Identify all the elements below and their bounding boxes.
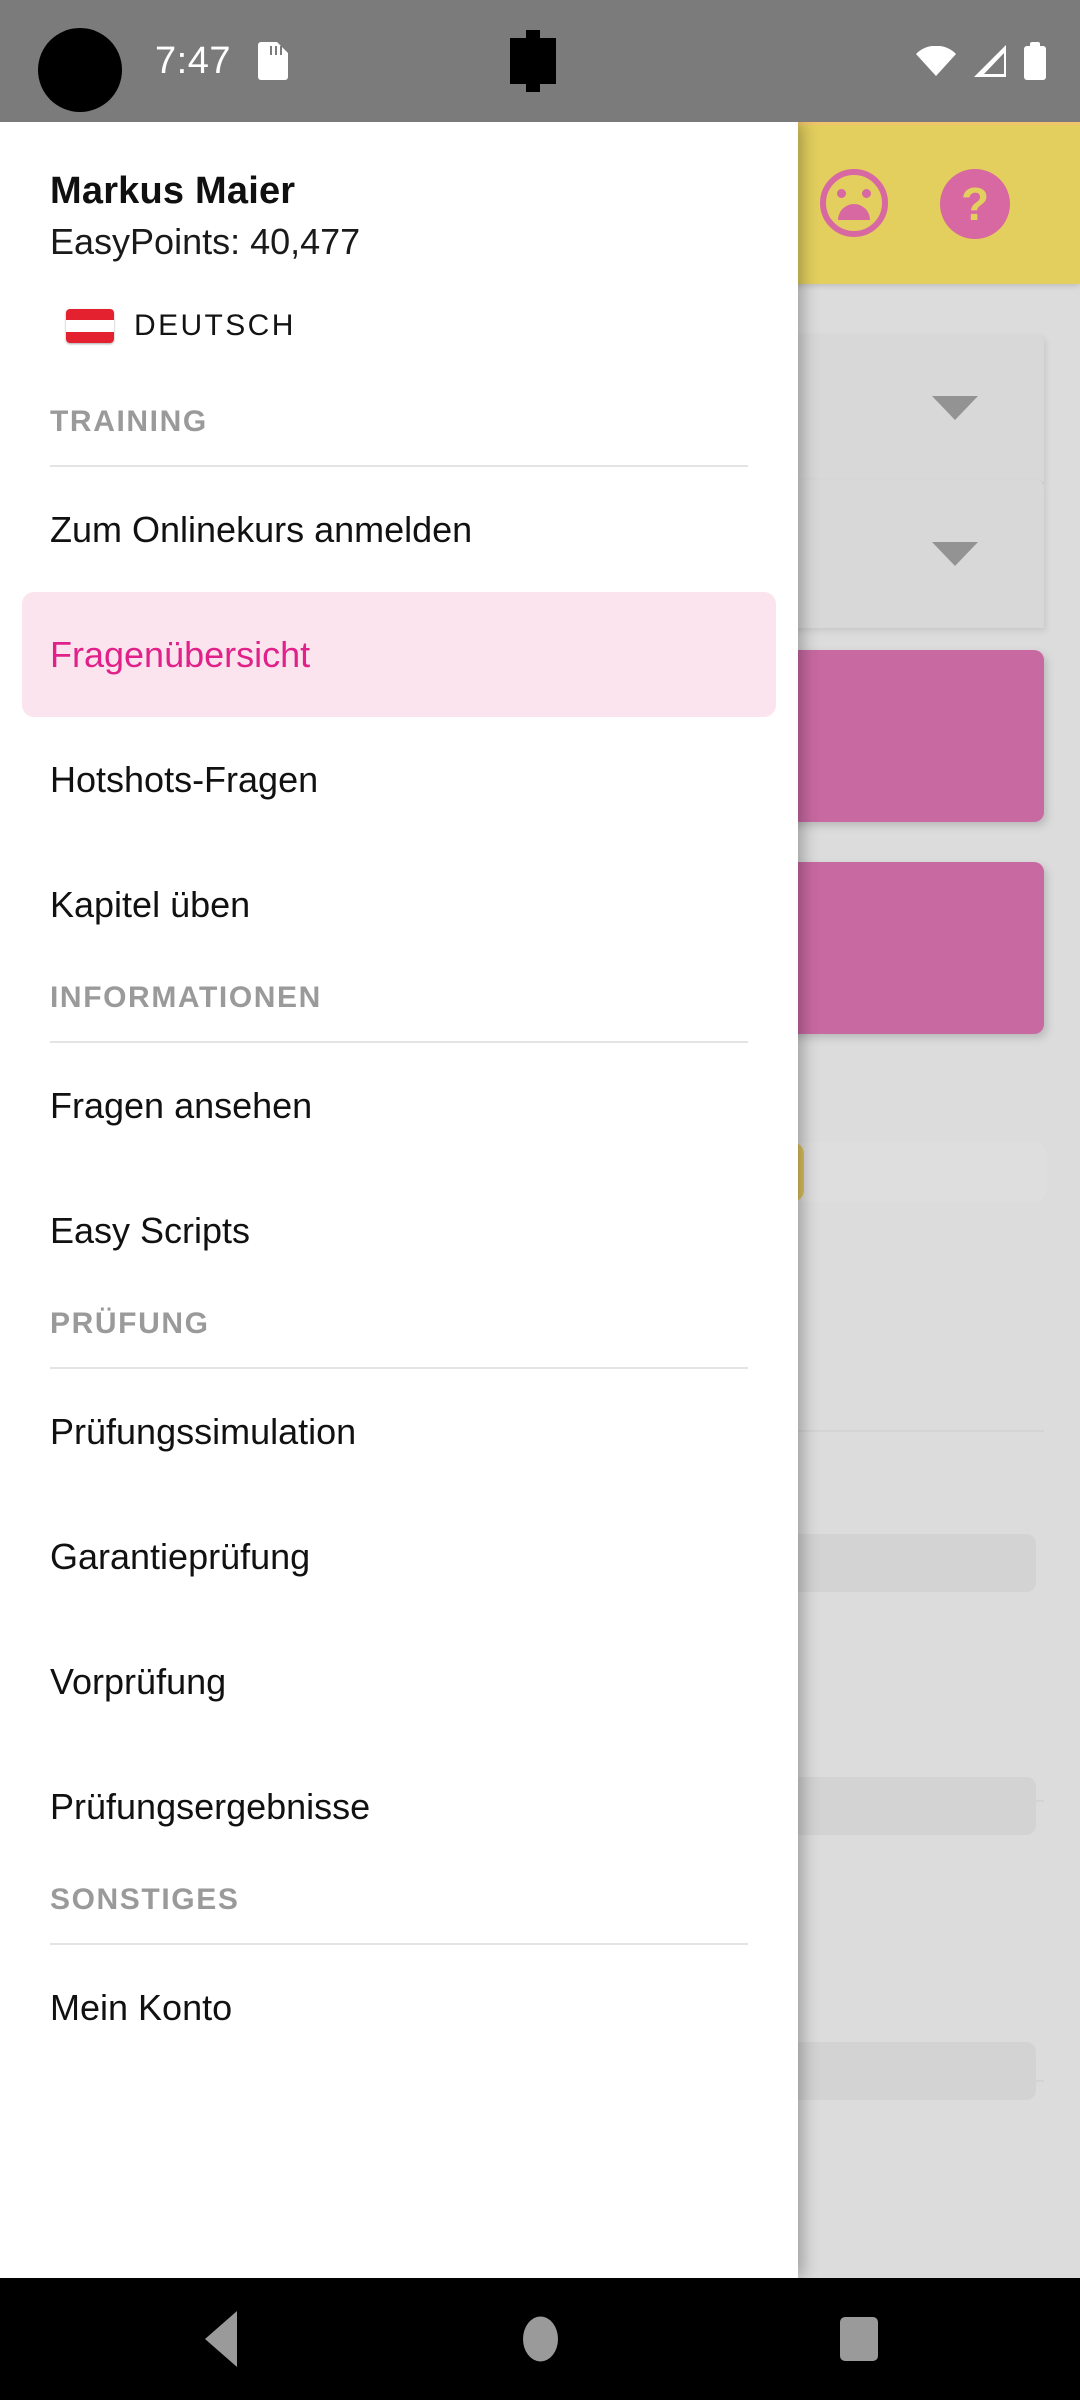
sidebar-item-mein-konto[interactable]: Mein Konto — [0, 1945, 798, 2070]
sidebar-item-pruefungssimulation[interactable]: Prüfungssimulation — [0, 1369, 798, 1494]
sd-card-icon — [258, 42, 288, 80]
language-selector[interactable]: DEUTSCH — [50, 309, 748, 343]
status-bar-right-icons — [916, 0, 1046, 122]
section-title-informationen: INFORMATIONEN — [50, 981, 322, 1014]
language-label: DEUTSCH — [134, 309, 296, 342]
sidebar-item-vorpruefung[interactable]: Vorprüfung — [0, 1619, 798, 1744]
easypoints-label: EasyPoints: 40,477 — [50, 221, 361, 262]
drawer-section-informationen: INFORMATIONEN Fragen ansehen Easy Script… — [0, 981, 798, 1293]
back-triangle-icon[interactable] — [205, 2311, 237, 2367]
drawer-section-sonstiges: SONSTIGES Mein Konto — [0, 1883, 798, 2070]
austria-flag-icon — [66, 309, 114, 343]
sidebar-item-kapitel-ueben[interactable]: Kapitel üben — [0, 842, 798, 967]
drawer-scrim[interactable] — [798, 122, 1080, 2278]
drawer-section-pruefung: PRÜFUNG Prüfungssimulation Garantieprüfu… — [0, 1307, 798, 1869]
recents-square-icon[interactable] — [840, 2317, 878, 2361]
sidebar-item-garantiepruefung[interactable]: Garantieprüfung — [0, 1494, 798, 1619]
sidebar-item-fragenuebersicht[interactable]: Fragenübersicht — [22, 592, 776, 717]
home-circle-icon[interactable] — [523, 2316, 558, 2362]
user-name: Markus Maier — [50, 170, 296, 212]
section-title-sonstiges: SONSTIGES — [50, 1883, 240, 1916]
drawer-section-training: TRAINING Zum Onlinekurs anmelden Fragenü… — [0, 405, 798, 967]
cellular-signal-icon — [974, 45, 1006, 77]
status-bar: 7:47 — [0, 0, 1080, 122]
battery-icon — [1024, 42, 1046, 80]
sidebar-item-zum-onlinekurs-anmelden[interactable]: Zum Onlinekurs anmelden — [0, 467, 798, 592]
section-title-pruefung: PRÜFUNG — [50, 1307, 210, 1340]
phone-screen: ? Markus Maier EasyPoints: 40,477 DEUTSC… — [0, 0, 1080, 2400]
section-title-training: TRAINING — [50, 405, 208, 438]
sidebar-item-pruefungsergebnisse[interactable]: Prüfungsergebnisse — [0, 1744, 798, 1869]
navigation-drawer: Markus Maier EasyPoints: 40,477 DEUTSCH … — [0, 122, 798, 2278]
sidebar-item-fragen-ansehen[interactable]: Fragen ansehen — [0, 1043, 798, 1168]
status-bar-clock: 7:47 — [155, 39, 231, 82]
wifi-icon — [916, 46, 956, 76]
drawer-header: Markus Maier EasyPoints: 40,477 DEUTSCH — [0, 122, 798, 343]
notification-icon — [510, 30, 556, 92]
sidebar-item-easy-scripts[interactable]: Easy Scripts — [0, 1168, 798, 1293]
android-nav-bar — [0, 2278, 1080, 2400]
camera-punch-hole — [38, 28, 122, 112]
sidebar-item-hotshots-fragen[interactable]: Hotshots-Fragen — [0, 717, 798, 842]
